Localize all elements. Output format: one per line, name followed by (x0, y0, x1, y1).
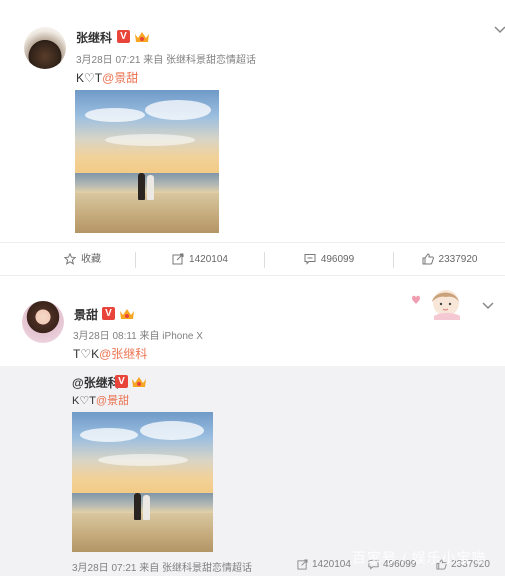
weibo-post-1: 张继科 V 3月28日 07:21 来自 张继科景甜恋情超话 K♡T@景甜 (0, 0, 505, 242)
reposted-meta: 3月28日 07:21 来自 张继科景甜恋情超话 (72, 563, 253, 574)
post-text: T♡K@张继科 (73, 345, 147, 362)
crown-icon (132, 377, 146, 387)
photo-cloud (145, 100, 211, 120)
like-count: 2337920 (438, 254, 478, 265)
repost-button[interactable]: 1420104 (136, 243, 264, 277)
chevron-down-icon[interactable] (482, 302, 494, 310)
post-text: K♡T@景甜 (76, 69, 138, 86)
comment-count: 496099 (320, 254, 355, 265)
favorite-button[interactable]: 收藏 (30, 243, 135, 277)
like-icon (422, 253, 434, 265)
photo-person (147, 175, 154, 200)
mention-link[interactable]: @景甜 (96, 395, 129, 407)
verified-badge: V (117, 30, 130, 43)
photo-cloud (80, 428, 138, 442)
photo-cloud (98, 454, 188, 466)
comment-button[interactable]: 496099 (265, 243, 393, 277)
post-text-body: T♡K (73, 347, 100, 361)
like-button[interactable]: 2337920 (394, 243, 505, 277)
repost-count: 1420104 (189, 254, 228, 265)
mention-link[interactable]: @景甜 (102, 71, 138, 85)
author-name[interactable]: 张继科 (76, 29, 112, 46)
repost-icon (172, 253, 184, 265)
verified-badge: V (115, 375, 128, 388)
reposted-text-body: K♡T (72, 395, 96, 407)
photo-person (134, 493, 141, 520)
repost-icon (297, 559, 308, 570)
reposted-repost-button[interactable]: 1420104 (297, 559, 351, 570)
chevron-down-icon[interactable] (494, 26, 505, 34)
watermark: 百家号 / 娱乐小宝喵 (352, 550, 487, 566)
favorite-label: 收藏 (81, 254, 101, 265)
photo-person (138, 173, 145, 200)
crown-icon (135, 32, 149, 42)
comment-icon (304, 254, 316, 266)
reposted-photo[interactable] (72, 412, 213, 552)
photo-cloud (105, 134, 195, 146)
photo-person (143, 495, 150, 520)
author-name[interactable]: 景甜 (74, 306, 98, 323)
reposted-content[interactable]: @张继科 V K♡T@景甜 3月28日 07:21 来自 张继科景甜恋情超话 1… (0, 366, 505, 576)
post-text-body: K♡T (76, 71, 103, 85)
post-action-bar: 收藏 1420104 496099 2337920 (0, 242, 505, 276)
crown-icon (120, 309, 134, 319)
reposted-text: K♡T@景甜 (72, 392, 129, 408)
verified-badge: V (102, 307, 115, 320)
reposted-author[interactable]: @张继科 (72, 374, 120, 391)
photo-cloud (140, 421, 204, 440)
mention-link[interactable]: @张继科 (99, 347, 147, 361)
photo-cloud (85, 108, 145, 122)
star-icon (64, 253, 76, 266)
post-meta: 3月28日 08:11 来自 iPhone X (73, 331, 203, 342)
repost-count: 1420104 (312, 559, 351, 571)
avatar[interactable] (22, 301, 64, 343)
post-photo[interactable] (75, 90, 219, 233)
decoration-sticker (412, 290, 460, 320)
post-meta: 3月28日 07:21 来自 张继科景甜恋情超话 (76, 55, 257, 66)
avatar[interactable] (24, 27, 66, 69)
